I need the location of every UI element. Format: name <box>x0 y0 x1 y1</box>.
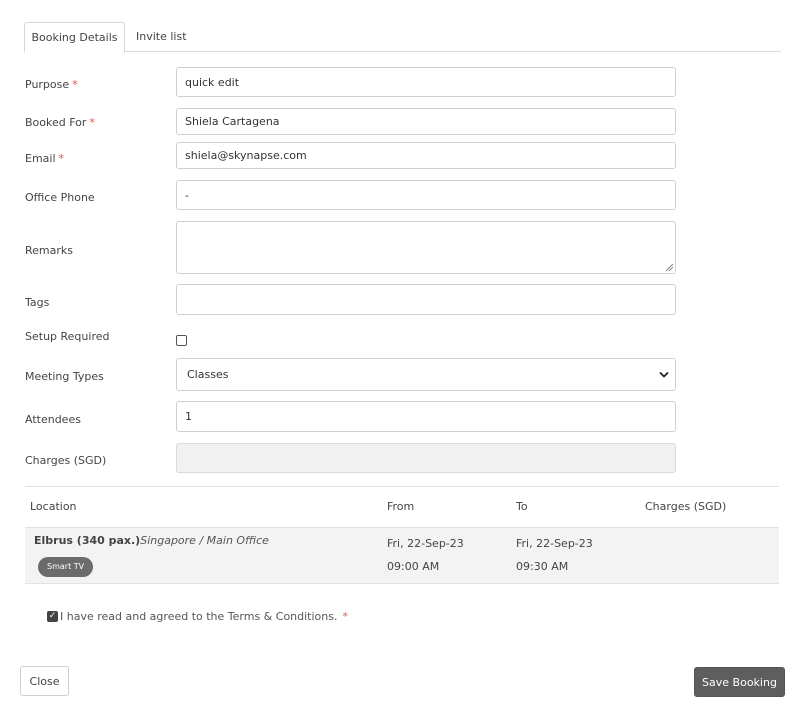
email-value: shiela@skynapse.com <box>185 149 307 162</box>
location-cell: Elbrus (340 pax.)Singapore / Main Office <box>34 534 269 547</box>
header-charges: Charges (SGD) <box>645 500 727 513</box>
setup-required-label: Setup Required <box>25 330 110 343</box>
terms-checkbox[interactable]: ✓ <box>47 611 58 622</box>
tags-label: Tags <box>25 296 50 309</box>
purpose-label: Purpose * <box>25 78 78 91</box>
chevron-down-icon <box>659 371 669 378</box>
table-row: Elbrus (340 pax.)Singapore / Main Office… <box>25 527 779 584</box>
table-header: Location From To Charges (SGD) <box>25 486 779 527</box>
tab-booking-details[interactable]: Booking Details <box>24 22 125 53</box>
email-label: Email * <box>25 152 64 165</box>
to-date: Fri, 22-Sep-23 <box>516 537 593 550</box>
meeting-types-label: Meeting Types <box>25 370 104 383</box>
office-phone-value: - <box>185 188 189 202</box>
from-time: 09:00 AM <box>387 560 440 573</box>
save-booking-button[interactable]: Save Booking <box>694 667 785 697</box>
required-mark: * <box>58 152 65 165</box>
meeting-types-selected: Classes <box>187 368 229 381</box>
terms-row: ✓ I have read and agreed to the Terms & … <box>47 610 348 623</box>
attendees-label: Attendees <box>25 413 81 426</box>
tab-invite-list[interactable]: Invite list <box>126 22 197 52</box>
attendees-value: 1 <box>185 410 192 423</box>
office-phone-label: Office Phone <box>25 191 95 204</box>
meeting-types-select[interactable]: Classes <box>176 358 676 391</box>
header-from: From <box>387 500 415 513</box>
location-table: Location From To Charges (SGD) Elbrus (3… <box>25 486 779 584</box>
required-mark: * <box>72 78 78 91</box>
purpose-label-text: Purpose <box>25 78 70 91</box>
tags-input[interactable] <box>176 284 676 315</box>
booked-for-input[interactable]: Shiela Cartagena <box>176 108 676 135</box>
remarks-label: Remarks <box>25 244 73 257</box>
to-time: 09:30 AM <box>516 560 569 573</box>
tab-bar: Booking Details Invite list <box>24 22 781 53</box>
location-site: Singapore / Main Office <box>140 534 269 547</box>
from-date: Fri, 22-Sep-23 <box>387 537 464 550</box>
email-label-text: Email <box>25 152 56 165</box>
location-name: Elbrus (340 pax.) <box>34 534 141 547</box>
header-location: Location <box>30 500 77 513</box>
office-phone-input[interactable]: - <box>176 180 676 210</box>
remarks-textarea[interactable] <box>176 221 676 274</box>
charges-label: Charges (SGD) <box>25 454 107 467</box>
attendees-input[interactable]: 1 <box>176 401 676 432</box>
header-to: To <box>516 500 528 513</box>
booked-for-label: Booked For * <box>25 116 95 129</box>
terms-text: I have read and agreed to the Terms & Co… <box>60 610 338 623</box>
resize-handle-icon[interactable] <box>665 263 673 271</box>
required-mark: * <box>89 116 95 129</box>
booked-for-label-text: Booked For <box>25 116 87 129</box>
email-input[interactable]: shiela@skynapse.com <box>176 142 676 169</box>
booked-for-value: Shiela Cartagena <box>185 115 280 128</box>
amenity-badge: Smart TV <box>38 557 94 577</box>
purpose-value: quick edit <box>185 75 240 89</box>
close-button[interactable]: Close <box>20 666 69 696</box>
purpose-input[interactable]: quick edit <box>176 67 676 97</box>
setup-required-checkbox[interactable] <box>176 335 187 346</box>
terms-required-mark: * <box>342 610 348 623</box>
charges-input <box>176 443 676 473</box>
